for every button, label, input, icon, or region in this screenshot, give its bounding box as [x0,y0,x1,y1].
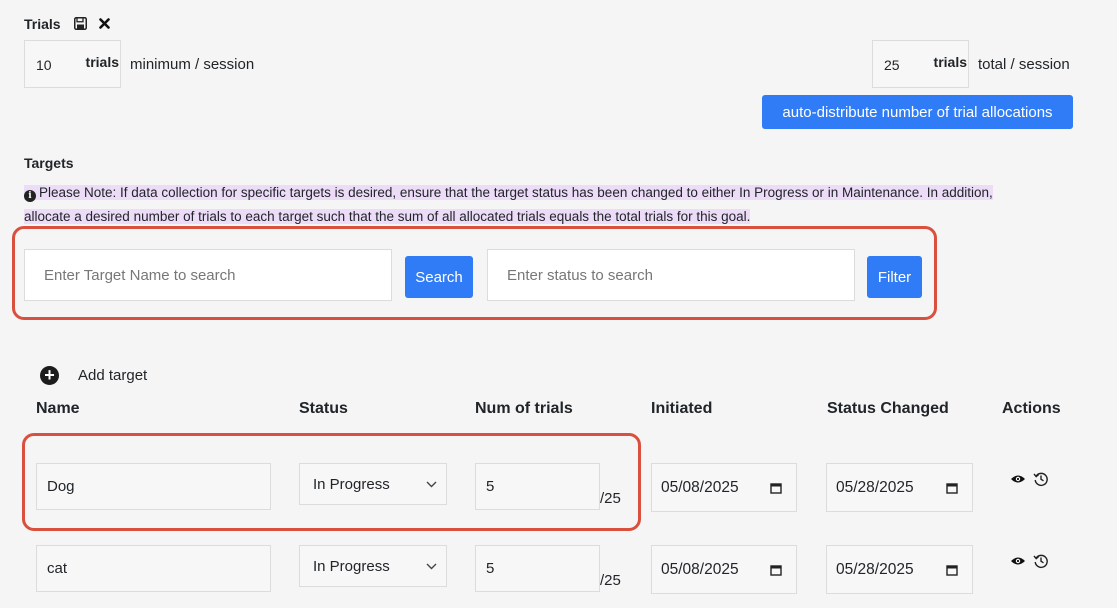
chevron-down-icon [426,563,437,569]
target-status-value: In Progress [313,557,390,575]
target-status-value: In Progress [313,475,390,493]
status-changed-date-input[interactable]: 05/28/2025 [826,463,973,512]
target-trials-input[interactable]: 5 [475,545,600,592]
initiated-date-input[interactable]: 05/08/2025 [651,545,797,594]
target-trials-total: /25 [600,490,621,507]
minimum-trials-field[interactable]: 10 trials [24,40,121,88]
column-header-status: Status [299,400,348,417]
initiated-date-input[interactable]: 05/08/2025 [651,463,797,512]
calendar-icon[interactable] [770,482,782,494]
targets-section-title: Targets [24,155,74,171]
calendar-icon[interactable] [946,482,958,494]
target-trials-input[interactable]: 5 [475,463,600,510]
target-trials-total: /25 [600,572,621,589]
target-name-search-input[interactable]: Enter Target Name to search [24,249,392,301]
target-name-input[interactable]: Dog [36,463,271,510]
add-target-label[interactable]: Add target [78,367,147,384]
calendar-icon[interactable] [946,564,958,576]
search-button[interactable]: Search [405,256,473,298]
column-header-status-changed: Status Changed [827,400,949,417]
targets-note-text: Please Note: If data collection for spec… [24,185,993,224]
trials-section-title: Trials [24,16,61,32]
total-trials-caption: total / session [978,56,1070,73]
history-icon[interactable] [1033,471,1049,487]
total-trials-field[interactable]: 25 trials [872,40,969,88]
save-icon[interactable] [72,15,88,31]
minimum-trials-unit: trials [85,54,119,70]
initiated-date-value: 05/08/2025 [661,560,739,578]
column-header-initiated: Initiated [651,400,713,417]
target-status-select[interactable]: In Progress [299,463,447,505]
calendar-icon[interactable] [770,564,782,576]
info-icon: i [24,190,36,202]
auto-distribute-button[interactable]: auto-distribute number of trial allocati… [762,95,1073,129]
targets-note: i Please Note: If data collection for spe… [24,181,1034,229]
status-changed-date-input[interactable]: 05/28/2025 [826,545,973,594]
status-search-input[interactable]: Enter status to search [487,249,855,301]
total-trials-value: 25 [884,57,900,73]
column-header-name: Name [36,400,80,417]
target-status-select[interactable]: In Progress [299,545,447,587]
close-icon[interactable] [96,15,112,31]
status-changed-date-value: 05/28/2025 [836,478,914,496]
view-eye-icon[interactable] [1010,556,1026,566]
history-icon[interactable] [1033,553,1049,569]
minimum-trials-value: 10 [36,57,52,73]
initiated-date-value: 05/08/2025 [661,478,739,496]
column-header-actions: Actions [1002,400,1061,417]
add-circle-icon[interactable]: + [40,366,59,385]
minimum-trials-caption: minimum / session [130,56,255,73]
filter-button[interactable]: Filter [867,256,922,298]
status-changed-date-value: 05/28/2025 [836,560,914,578]
chevron-down-icon [426,481,437,487]
column-header-num-trials: Num of trials [475,400,573,417]
total-trials-unit: trials [933,54,967,70]
view-eye-icon[interactable] [1010,474,1026,484]
target-name-input[interactable]: cat [36,545,271,592]
